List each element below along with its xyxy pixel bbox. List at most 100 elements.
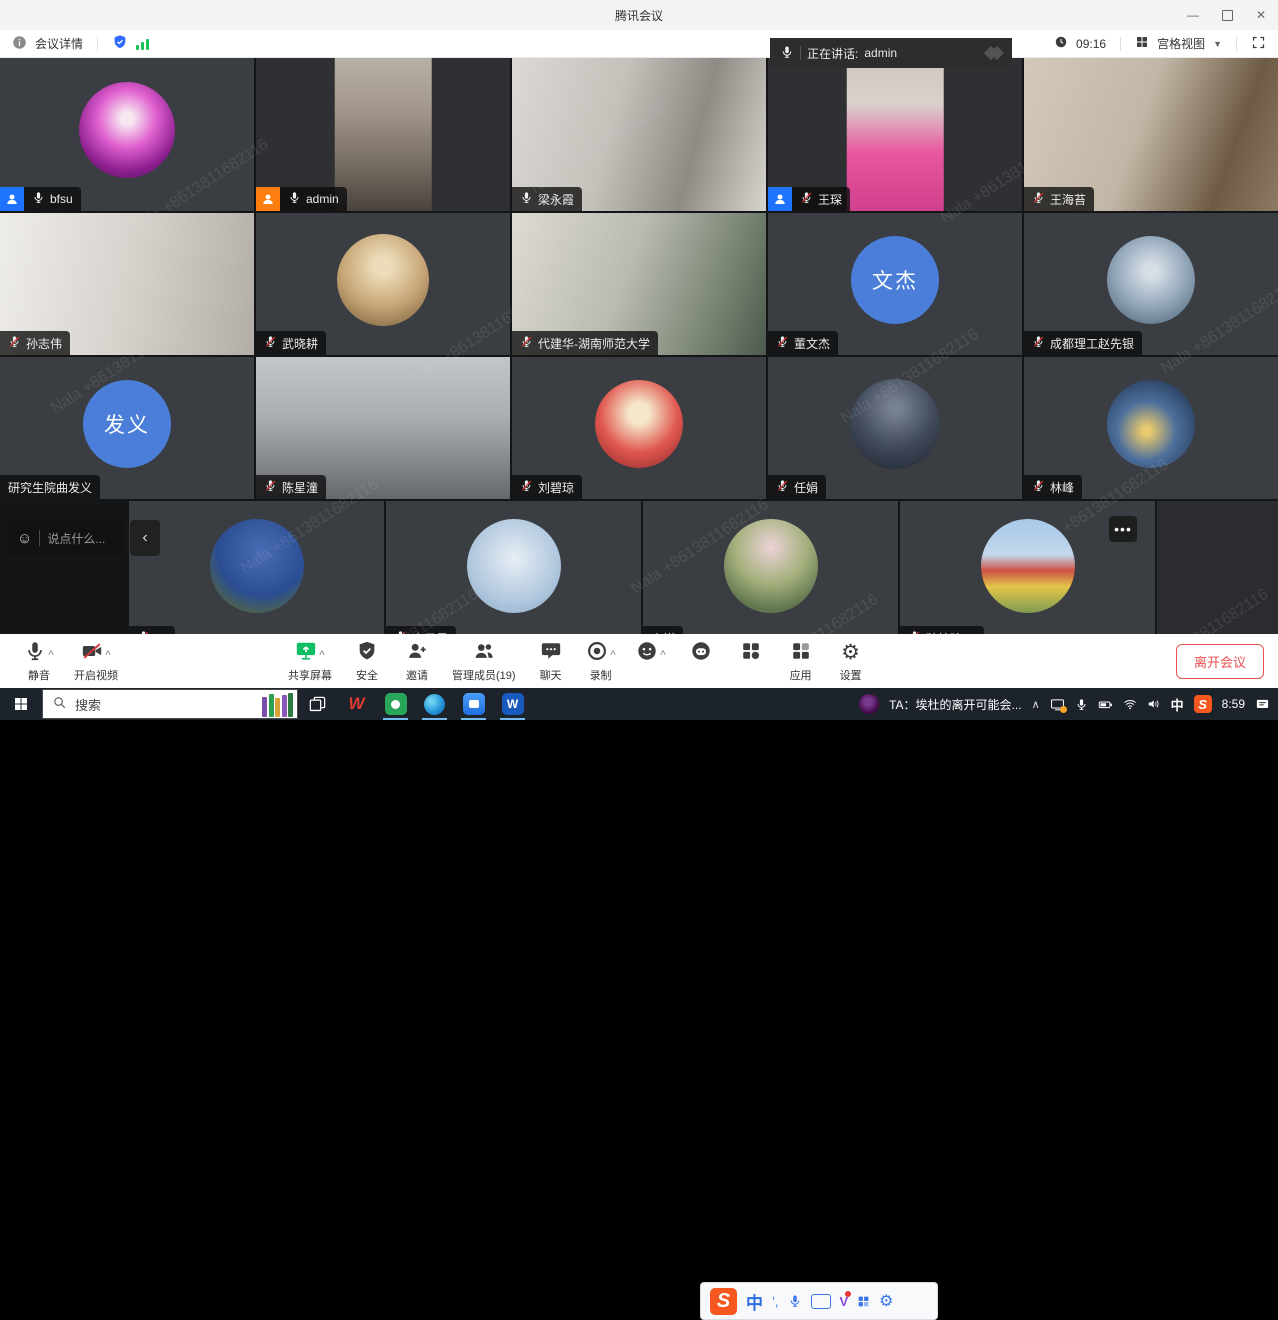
blocks-icon — [740, 640, 762, 665]
ime-toolbar[interactable]: S 中 ’, V ⚙ — [700, 1282, 938, 1320]
volume-icon[interactable] — [1147, 697, 1161, 711]
minimize-button[interactable]: — — [1176, 0, 1210, 30]
tray-news-ticker[interactable]: TA：埃杜的离开可能会... — [889, 696, 1021, 713]
chevron-up-icon[interactable]: ∧ — [104, 648, 112, 657]
participant-tile[interactable]: 刘碧琼 — [512, 357, 766, 499]
emoji-icon[interactable]: ☺ — [17, 530, 32, 547]
toolbar-button-face[interactable]: ∧ — [636, 640, 666, 667]
taskbar-app-edge[interactable] — [415, 688, 454, 720]
divider — [39, 530, 40, 546]
cast-screen-icon[interactable] — [1050, 697, 1065, 712]
taskbar-clock[interactable]: 8:59 — [1222, 697, 1245, 711]
chevron-up-icon[interactable]: ∧ — [608, 648, 616, 657]
taskbar-app-taskview[interactable] — [298, 688, 337, 720]
tray-mic-icon[interactable] — [1075, 698, 1088, 711]
participant-tile[interactable]: 陈星潼 — [256, 357, 510, 499]
fullscreen-icon[interactable] — [1251, 35, 1266, 53]
toolbar-button-share[interactable]: ∧共享屏幕 — [288, 640, 332, 683]
participant-tile[interactable]: zc — [129, 501, 384, 634]
mic-muted-icon — [8, 335, 21, 351]
text-avatar: 发义 — [83, 380, 171, 468]
maximize-button[interactable] — [1210, 0, 1244, 30]
participant-tile[interactable]: 武晓耕 — [256, 213, 510, 355]
ime-voice-icon[interactable] — [788, 1294, 802, 1308]
notification-center-icon[interactable] — [1255, 697, 1270, 712]
ime-skin-icon[interactable]: V — [840, 1294, 849, 1309]
toolbar-button-cam[interactable]: ∧开启视频 — [74, 640, 118, 683]
tile-more-button[interactable]: ••• — [1109, 516, 1137, 542]
participant-name-label: bfsu — [24, 187, 81, 211]
ime-settings-icon[interactable]: ⚙ — [879, 1291, 893, 1311]
participant-tile[interactable]: 代建华-湖南师范大学 — [512, 213, 766, 355]
participant-name-label: 吉祥 — [643, 626, 683, 634]
sogou-logo-icon[interactable]: S — [710, 1288, 737, 1315]
participant-tile[interactable]: 孙志伟 — [0, 213, 254, 355]
taskbar-app-meet[interactable] — [454, 688, 493, 720]
participant-tile[interactable]: 吉祥 — [643, 501, 898, 634]
wifi-icon[interactable] — [1123, 697, 1137, 711]
network-signal-icon[interactable] — [136, 38, 149, 50]
toolbar-left-group: ∧静音 ∧开启视频 — [14, 640, 128, 683]
taskbar-app-word[interactable]: W — [493, 688, 532, 720]
battery-icon[interactable] — [1098, 697, 1113, 712]
window-title: 腾讯会议 — [615, 7, 663, 24]
participant-tile[interactable]: 文杰董文杰 — [768, 213, 1022, 355]
edit-name-icon[interactable]: ✎ — [967, 632, 976, 635]
toolbar-button-apps[interactable]: 应用 — [786, 640, 816, 683]
security-shield-icon[interactable] — [112, 34, 128, 53]
taskbar-search[interactable]: 搜索 — [42, 689, 298, 719]
ime-language-toggle[interactable]: 中 — [746, 1289, 763, 1314]
taskbar-app-wechat[interactable] — [376, 688, 415, 720]
participant-tile[interactable]: 成都理工赵先银 — [1024, 213, 1278, 355]
toolbar-button-members[interactable]: 管理成员(19) — [452, 640, 516, 683]
participant-tile[interactable]: 王海苔 — [1024, 58, 1278, 211]
ime-indicator[interactable]: 中 — [1171, 695, 1184, 714]
books-decoration-icon — [262, 693, 293, 717]
participant-tile[interactable]: 孙桂玲✎••• — [900, 501, 1155, 634]
toolbar-button-invite[interactable]: 邀请 — [402, 640, 432, 683]
divider — [97, 37, 98, 51]
toolbar-button-blocks[interactable] — [736, 640, 766, 667]
search-icon — [52, 695, 67, 713]
view-mode-selector[interactable]: 宫格视图 — [1157, 35, 1205, 52]
participant-tile[interactable]: 发义研究生院曲发义 — [0, 357, 254, 499]
bot-icon — [690, 640, 712, 665]
leave-meeting-button[interactable]: 离开会议 — [1176, 644, 1264, 679]
participant-tile[interactable]: 林峰 — [1024, 357, 1278, 499]
chevron-up-icon[interactable]: ∧ — [47, 648, 55, 657]
quick-chat-input[interactable]: ☺ 说点什么... — [8, 520, 124, 556]
ime-keyboard-icon[interactable] — [811, 1294, 831, 1309]
ime-toolbox-icon[interactable] — [857, 1295, 870, 1308]
face-icon — [636, 640, 658, 665]
toolbar-button-shield[interactable]: 安全 — [352, 640, 382, 683]
participant-tile[interactable]: 任娟 — [768, 357, 1022, 499]
toolbar-button-gear[interactable]: ⚙设置 — [836, 640, 866, 683]
tray-expand-icon[interactable]: ∧ — [1032, 698, 1040, 711]
mic-muted-icon — [800, 191, 813, 207]
mic-on-icon — [780, 45, 794, 62]
ime-punctuation-icon[interactable]: ’, — [772, 1294, 779, 1309]
chevron-up-icon[interactable]: ∧ — [658, 648, 666, 657]
meeting-details-link[interactable]: 会议详情 — [35, 35, 83, 52]
chat-collapse-button[interactable]: ‹ — [130, 520, 160, 556]
start-button[interactable] — [0, 688, 42, 720]
participant-tile[interactable]: bfsu — [0, 58, 254, 211]
info-icon — [12, 35, 27, 53]
participant-tile[interactable]: admin — [256, 58, 510, 211]
sogou-tray-icon[interactable]: S — [1194, 695, 1212, 713]
toolbar-button-chat[interactable]: 聊天 — [536, 640, 566, 683]
participant-tile[interactable]: 王琛 — [768, 58, 1022, 211]
participant-tile[interactable]: 梁永霞 — [512, 58, 766, 211]
participant-tile[interactable]: 李子晨 — [386, 501, 641, 634]
chevron-up-icon[interactable]: ∧ — [318, 648, 326, 657]
participant-label-bar: 任娟 — [768, 475, 826, 499]
toolbar-button-mic[interactable]: ∧静音 — [24, 640, 54, 683]
taskbar-app-wps[interactable]: W — [337, 688, 376, 720]
close-button[interactable]: ✕ — [1244, 0, 1278, 30]
toolbar-button-record[interactable]: ∧录制 — [586, 640, 616, 683]
grid-row: zc李子晨吉祥孙桂玲✎••• — [0, 501, 1278, 634]
news-app-icon[interactable] — [859, 694, 879, 714]
toolbar-button-bot[interactable] — [686, 640, 716, 667]
role-badge-icon — [256, 187, 280, 211]
toolbar-label: 设置 — [840, 667, 862, 683]
